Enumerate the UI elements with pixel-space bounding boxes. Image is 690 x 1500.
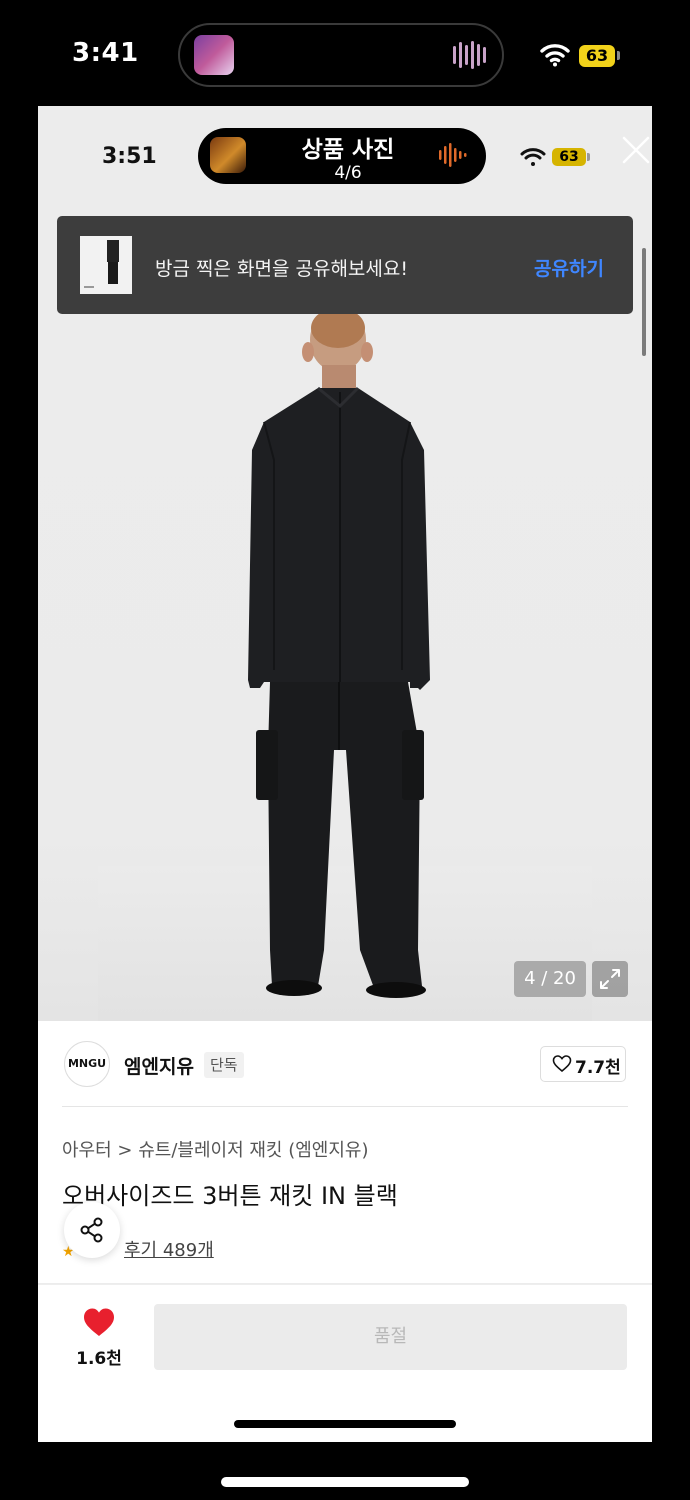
review-link[interactable]: 후기 489개 — [124, 1236, 214, 1262]
close-icon[interactable] — [620, 134, 652, 166]
sold-out-button[interactable]: 품절 — [154, 1304, 627, 1370]
product-name: 오버사이즈드 3버튼 재킷 IN 블랙 — [62, 1182, 398, 1210]
home-indicator[interactable] — [221, 1477, 469, 1487]
toast-screenshot-thumbnail — [80, 236, 132, 294]
inner-home-indicator — [234, 1420, 456, 1428]
heart-filled-icon[interactable] — [82, 1306, 116, 1338]
divider — [62, 1106, 628, 1107]
heart-outline-icon — [552, 1055, 572, 1073]
share-now-button[interactable]: 공유하기 — [534, 254, 604, 281]
battery-icon: 63 — [552, 148, 586, 166]
outer-status-time: 3:41 — [72, 38, 139, 68]
viewer-artwork — [210, 137, 246, 173]
scrollbar[interactable] — [642, 248, 646, 356]
screenshot-preview: 3:51 상품 사진 4/6 63 방금 찍은 화면을 공유해보세요! 공유하기… — [38, 106, 652, 1442]
expand-icon[interactable] — [592, 961, 628, 997]
exclusive-badge: 단독 — [204, 1052, 244, 1078]
wifi-icon — [540, 44, 570, 67]
share-icon — [80, 1217, 103, 1243]
brand-logo[interactable]: MNGU — [64, 1041, 110, 1087]
battery-icon: 63 — [579, 45, 615, 67]
model-figure — [248, 310, 430, 998]
now-playing-artwork — [194, 35, 234, 75]
battery-tip — [587, 153, 590, 161]
audio-wave-icon — [439, 143, 467, 167]
audio-wave-icon — [453, 41, 486, 69]
brand-like-count: 7.7천 — [575, 1058, 621, 1078]
category-breadcrumb[interactable]: 아우터 > 슈트/블레이저 재킷 (엠엔지유) — [62, 1136, 368, 1162]
battery-tip — [617, 51, 620, 60]
viewer-position: 4/6 — [334, 163, 362, 183]
product-like-count: 1.6천 — [76, 1349, 122, 1369]
wifi-icon — [520, 148, 546, 166]
toast-message: 방금 찍은 화면을 공유해보세요! — [155, 258, 408, 280]
brand-name[interactable]: 엠엔지유 — [124, 1052, 194, 1079]
inner-status-time: 3:51 — [102, 144, 157, 169]
viewer-title: 상품 사진 — [301, 137, 395, 163]
image-counter: 4 / 20 — [514, 961, 586, 997]
